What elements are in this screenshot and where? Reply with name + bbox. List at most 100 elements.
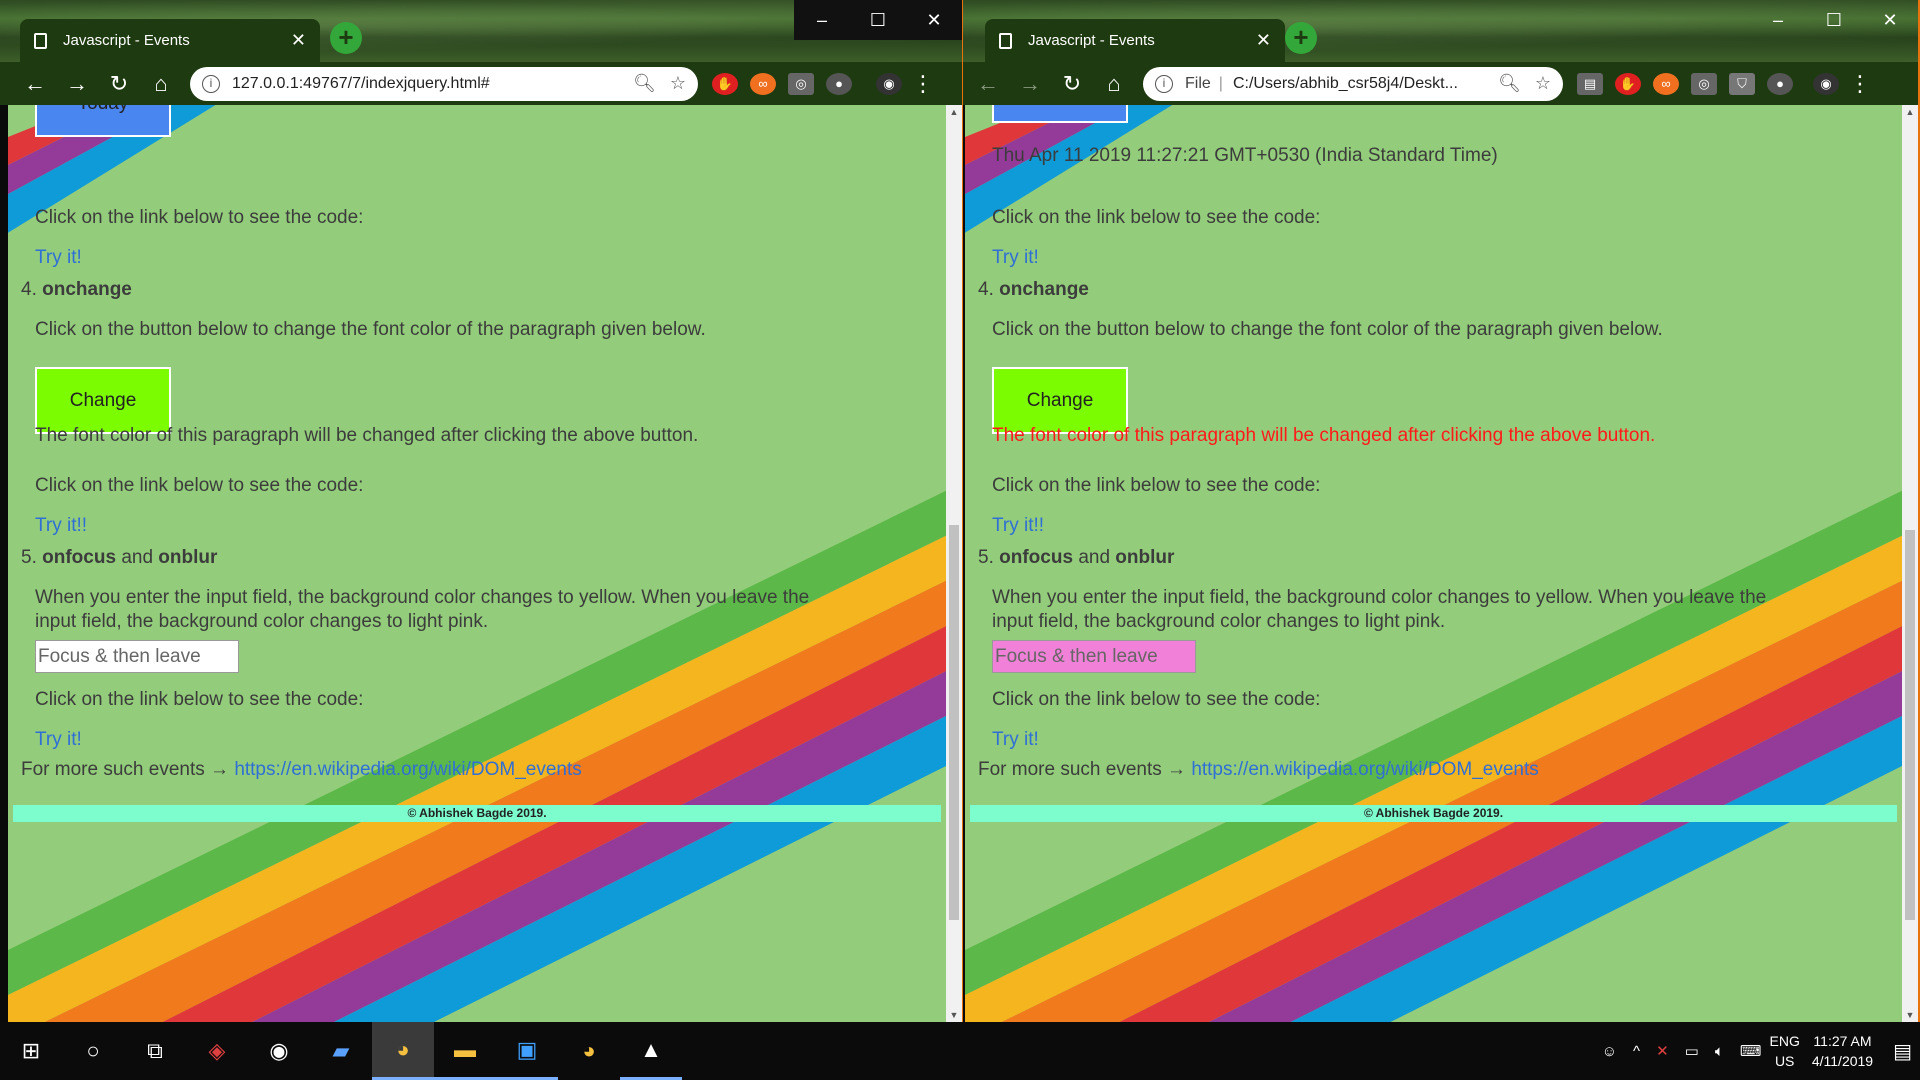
zoom-icon[interactable]: 🔍︎ (633, 73, 656, 94)
more-events-line: For more such events → https://en.wikipe… (978, 759, 1539, 780)
try-it-link[interactable]: Try it!! (35, 515, 87, 537)
scrollbar[interactable]: ▲ ▼ (946, 105, 962, 1022)
store-app-icon[interactable]: ▰ (310, 1022, 372, 1080)
bookmark-star-icon[interactable]: ☆ (670, 73, 686, 94)
section-heading-onfocus-onblur: 5. onfocus and onblur (978, 547, 1175, 568)
focus-description-line1: When you enter the input field, the back… (35, 587, 810, 608)
back-icon[interactable]: ← (14, 71, 56, 97)
maximize-icon[interactable]: ☐ (850, 0, 906, 40)
scroll-down-icon[interactable]: ▼ (1902, 1010, 1918, 1020)
language-code: ENG (1769, 1033, 1800, 1049)
extension-icon-2[interactable]: ● (826, 72, 852, 95)
scrollbar-thumb[interactable] (1905, 530, 1915, 920)
window-controls: – ☐ ✕ (794, 0, 962, 40)
section-heading-onchange: 4. onchange (21, 279, 132, 300)
menu-icon[interactable]: ⋮ (1845, 71, 1875, 97)
extension-icon[interactable]: ◎ (1691, 72, 1717, 95)
browser-tab[interactable]: Javascript - Events ✕ (985, 19, 1285, 62)
extension-icon-2[interactable]: ● (1767, 72, 1793, 95)
page-content: Thu Apr 11 2019 11:27:21 GMT+0530 (India… (965, 105, 1902, 1022)
color-change-paragraph: The font color of this paragraph will be… (35, 425, 699, 446)
extension-icon[interactable]: ◎ (788, 72, 814, 95)
tab-close-icon[interactable]: ✕ (1256, 30, 1271, 51)
media-app-icon[interactable]: ◉ (248, 1022, 310, 1080)
task-view-icon[interactable]: ⧉ (124, 1022, 186, 1080)
volume-icon[interactable]: 🔈︎ (1715, 1043, 1724, 1060)
try-it-link[interactable]: Try it! (992, 247, 1039, 269)
reload-icon[interactable]: ↻ (1051, 71, 1093, 97)
windows-start-icon[interactable]: ⊞ (0, 1022, 62, 1080)
new-tab-button[interactable]: + (1285, 22, 1317, 54)
new-tab-button[interactable]: + (330, 22, 362, 54)
shield-icon[interactable]: ⛉ (1729, 72, 1755, 95)
davinci-resolve-icon[interactable]: ◈ (186, 1022, 248, 1080)
forward-icon[interactable]: → (56, 71, 98, 97)
home-icon[interactable]: ⌂ (140, 71, 182, 97)
reload-icon[interactable]: ↻ (98, 71, 140, 97)
code-hint-text: Click on the link below to see the code: (35, 475, 364, 496)
adblock-extension-icon[interactable]: ✋ (1615, 72, 1641, 95)
browser-tab[interactable]: Javascript - Events ✕ (20, 19, 320, 62)
minimize-icon[interactable]: – (794, 0, 850, 40)
zoom-icon[interactable]: 🔍︎ (1498, 73, 1521, 94)
action-center-icon[interactable]: ▤ (1893, 1039, 1912, 1064)
infinity-extension-icon[interactable]: ∞ (750, 72, 776, 95)
try-it-link[interactable]: Try it!! (992, 515, 1044, 537)
system-clock[interactable]: 11:27 AM 4/11/2019 (1812, 1031, 1873, 1071)
today-button[interactable] (992, 105, 1128, 123)
try-it-link[interactable]: Try it! (35, 729, 82, 751)
url-divider: | (1218, 74, 1223, 92)
focus-description-line1: When you enter the input field, the back… (992, 587, 1767, 608)
adblock-extension-icon[interactable]: ✋ (712, 72, 738, 95)
network-icon[interactable]: ✕ (1656, 1042, 1669, 1060)
info-icon[interactable]: i (1155, 74, 1173, 93)
address-bar[interactable]: i File | C:/Users/abhib_csr58j4/Deskt...… (1143, 66, 1563, 101)
minimize-icon[interactable]: – (1750, 0, 1806, 40)
maximize-icon[interactable]: ☐ (1806, 0, 1862, 40)
clock-time: 11:27 AM (1813, 1033, 1872, 1049)
close-window-icon[interactable]: ✕ (1862, 0, 1918, 40)
home-icon[interactable]: ⌂ (1093, 71, 1135, 97)
try-it-link[interactable]: Try it! (35, 247, 82, 269)
try-it-link[interactable]: Try it! (992, 729, 1039, 751)
scrollbar-thumb[interactable] (949, 525, 959, 920)
battery-icon[interactable]: ▭ (1685, 1042, 1699, 1060)
chrome-icon[interactable]: ◕ (372, 1022, 434, 1080)
keyboard-icon[interactable]: ⌨ (1740, 1042, 1762, 1060)
scroll-up-icon[interactable]: ▲ (1902, 107, 1918, 117)
show-hidden-icons-chevron[interactable]: ^ (1633, 1043, 1640, 1060)
vscode-app-icon[interactable]: ▣ (496, 1022, 558, 1080)
tab-close-icon[interactable]: ✕ (291, 30, 306, 51)
focus-input-field[interactable]: Focus & then leave (35, 640, 239, 673)
wikipedia-link[interactable]: https://en.wikipedia.org/wiki/DOM_events (234, 759, 581, 780)
back-icon[interactable]: ← (967, 71, 1009, 97)
pdf-extension-icon[interactable]: ▤ (1577, 72, 1603, 95)
current-date-text: Thu Apr 11 2019 11:27:21 GMT+0530 (India… (992, 145, 1498, 166)
change-button[interactable]: Change (992, 367, 1128, 434)
cortana-search-icon[interactable]: ○ (62, 1022, 124, 1080)
profile-avatar[interactable]: ◉ (876, 72, 902, 95)
scroll-down-icon[interactable]: ▼ (946, 1010, 962, 1020)
forward-icon[interactable]: → (1009, 71, 1051, 97)
change-button[interactable]: Change (35, 367, 171, 434)
bookmark-star-icon[interactable]: ☆ (1535, 73, 1551, 94)
wikipedia-link[interactable]: https://en.wikipedia.org/wiki/DOM_events (1191, 759, 1538, 780)
scrollbar[interactable]: ▲ ▼ (1902, 105, 1918, 1022)
photos-app-icon[interactable]: ▲ (620, 1022, 682, 1080)
profile-avatar[interactable]: ◉ (1813, 72, 1839, 95)
language-indicator[interactable]: ENG US (1770, 1031, 1800, 1071)
people-icon[interactable]: ☺ (1602, 1043, 1617, 1060)
infinity-extension-icon[interactable]: ∞ (1653, 72, 1679, 95)
scroll-up-icon[interactable]: ▲ (946, 107, 962, 117)
close-window-icon[interactable]: ✕ (906, 0, 962, 40)
focus-input-field[interactable]: Focus & then leave (992, 640, 1196, 673)
footer-copyright: © Abhishek Bagde 2019. (970, 805, 1897, 822)
menu-icon[interactable]: ⋮ (908, 71, 938, 97)
more-events-line: For more such events → https://en.wikipe… (21, 759, 582, 780)
today-button[interactable]: Today (35, 105, 171, 137)
footer-copyright: © Abhishek Bagde 2019. (13, 805, 941, 822)
address-bar[interactable]: i 127.0.0.1:49767/7/indexjquery.html# 🔍︎… (190, 66, 698, 101)
chrome-icon-2[interactable]: ◕ (558, 1022, 620, 1080)
info-icon[interactable]: i (202, 74, 220, 93)
file-explorer-icon[interactable]: ▬ (434, 1022, 496, 1080)
